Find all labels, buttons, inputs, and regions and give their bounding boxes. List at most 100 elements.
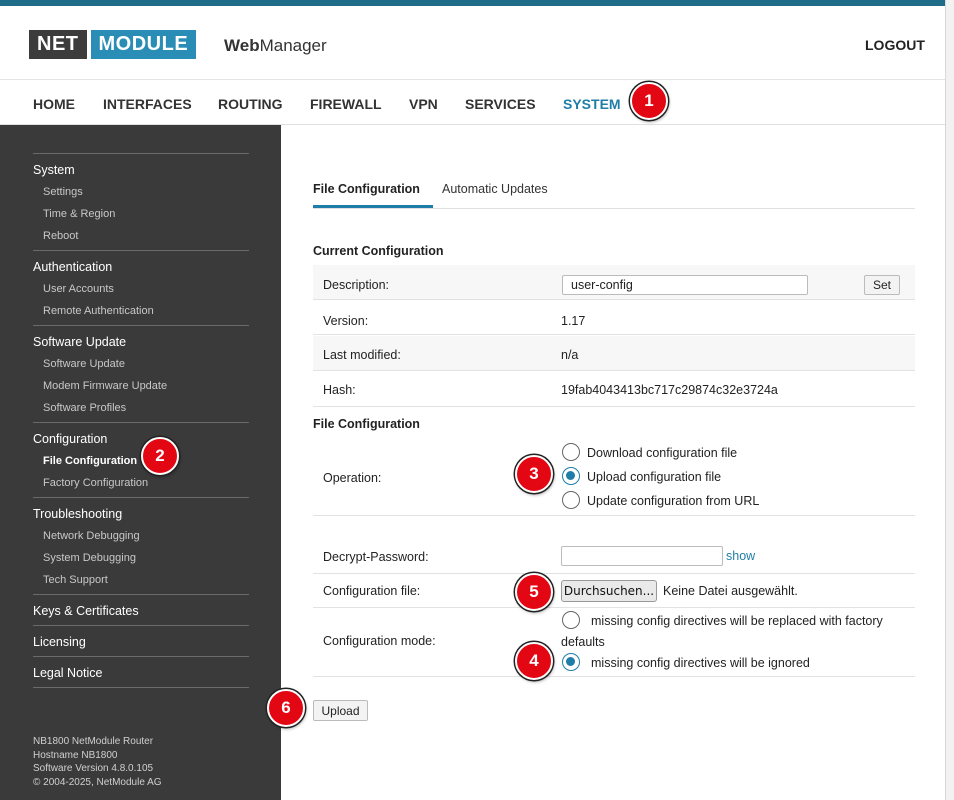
version-row: Version: 1.17	[313, 301, 915, 335]
sidebar-item-factory-configuration[interactable]: Factory Configuration	[43, 477, 148, 489]
annotation-badge-5: 5	[515, 573, 553, 611]
tab-file-configuration[interactable]: File Configuration	[313, 182, 420, 196]
header: NET MODULE WebManager LOGOUT	[0, 6, 945, 80]
logo-module: MODULE	[90, 30, 197, 59]
annotation-badge-6: 6	[267, 689, 305, 727]
sidebar-group-software-update[interactable]: Software Update	[33, 335, 126, 349]
annotation-badge-1: 1	[630, 82, 668, 120]
netmodule-logo[interactable]: NET MODULE	[29, 30, 197, 59]
sidebar-item-software-update[interactable]: Software Update	[43, 358, 125, 370]
operation-row: Operation: Download configuration file U…	[313, 437, 915, 516]
configuration-file-row: Configuration file: Durchsuchen... Keine…	[313, 575, 915, 608]
app-name: WebManager	[224, 36, 327, 56]
sidebar-footer: NB1800 NetModule Router Hostname NB1800 …	[33, 735, 162, 789]
sidebar-divider	[33, 422, 249, 423]
upload-button[interactable]: Upload	[313, 700, 368, 721]
set-button[interactable]: Set	[864, 275, 900, 295]
sidebar-divider	[33, 153, 249, 154]
upload-config-radio[interactable]	[562, 467, 580, 485]
version-value: 1.17	[561, 314, 586, 328]
sidebar-group-troubleshooting[interactable]: Troubleshooting	[33, 507, 122, 521]
nav-interfaces[interactable]: INTERFACES	[103, 96, 192, 112]
app-name-rest: Manager	[259, 36, 327, 55]
update-from-url-label: Update configuration from URL	[587, 494, 760, 508]
mode-ignore-radio[interactable]	[562, 653, 580, 671]
footer-copyright: © 2004-2025, NetModule AG	[33, 776, 162, 788]
sidebar: System Settings Time & Region Reboot Aut…	[0, 125, 281, 800]
sidebar-divider	[33, 250, 249, 251]
mode-factory-defaults-label-line1: missing config directives will be replac…	[591, 614, 883, 628]
mode-factory-defaults-radio[interactable]	[562, 611, 580, 629]
annotation-badge-3: 3	[515, 455, 553, 493]
show-password-link[interactable]: show	[726, 549, 755, 563]
file-status-text: Keine Datei ausgewählt.	[663, 584, 798, 598]
operation-label: Operation:	[323, 471, 382, 485]
file-configuration-title: File Configuration	[313, 417, 420, 431]
decrypt-password-label: Decrypt-Password:	[323, 550, 429, 564]
tab-bar-divider	[313, 208, 915, 209]
decrypt-password-row: Decrypt-Password: show	[313, 540, 915, 574]
sidebar-group-legal-notice[interactable]: Legal Notice	[33, 666, 103, 680]
sidebar-item-software-profiles[interactable]: Software Profiles	[43, 402, 126, 414]
sidebar-item-system-debugging[interactable]: System Debugging	[43, 552, 136, 564]
footer-hostname: Hostname NB1800	[33, 749, 118, 761]
sidebar-item-network-debugging[interactable]: Network Debugging	[43, 530, 140, 542]
sidebar-item-settings[interactable]: Settings	[43, 186, 83, 198]
sidebar-item-remote-authentication[interactable]: Remote Authentication	[43, 305, 154, 317]
sidebar-item-time-region[interactable]: Time & Region	[43, 208, 115, 220]
download-config-label: Download configuration file	[587, 446, 738, 460]
last-modified-label: Last modified:	[323, 348, 401, 362]
sidebar-item-file-configuration[interactable]: File Configuration	[43, 455, 137, 467]
nav-firewall[interactable]: FIREWALL	[310, 96, 382, 112]
sidebar-item-modem-firmware-update[interactable]: Modem Firmware Update	[43, 380, 167, 392]
mode-factory-defaults-label-line2: defaults	[561, 635, 605, 649]
sidebar-item-user-accounts[interactable]: User Accounts	[43, 283, 114, 295]
configuration-mode-row: Configuration mode: missing config direc…	[313, 609, 915, 677]
logout-link[interactable]: LOGOUT	[865, 37, 925, 53]
sidebar-group-authentication[interactable]: Authentication	[33, 260, 112, 274]
decrypt-password-input[interactable]	[561, 546, 723, 566]
main-content: File Configuration Automatic Updates Cur…	[281, 125, 945, 800]
configuration-mode-label: Configuration mode:	[323, 634, 436, 648]
upload-config-label: Upload configuration file	[587, 470, 722, 484]
sidebar-divider	[33, 497, 249, 498]
tab-automatic-updates[interactable]: Automatic Updates	[442, 182, 548, 196]
sidebar-group-licensing[interactable]: Licensing	[33, 635, 86, 649]
annotation-badge-4: 4	[515, 642, 553, 680]
last-modified-row: Last modified: n/a	[313, 336, 915, 371]
annotation-badge-2: 2	[141, 437, 179, 475]
nav-vpn[interactable]: VPN	[409, 96, 438, 112]
last-modified-value: n/a	[561, 348, 579, 362]
nav-routing[interactable]: ROUTING	[218, 96, 283, 112]
footer-device: NB1800 NetModule Router	[33, 736, 154, 747]
sidebar-divider	[33, 594, 249, 595]
update-from-url-radio[interactable]	[562, 491, 580, 509]
app-name-bold: Web	[224, 36, 260, 55]
sidebar-group-system[interactable]: System	[33, 163, 75, 177]
nav-home[interactable]: HOME	[33, 96, 75, 112]
description-row: Description: Set	[313, 265, 915, 300]
sidebar-divider	[33, 687, 249, 688]
main-nav: HOME INTERFACES ROUTING FIREWALL VPN SER…	[0, 81, 945, 125]
sidebar-item-reboot[interactable]: Reboot	[43, 230, 78, 242]
version-label: Version:	[323, 314, 369, 328]
logo-net: NET	[29, 30, 87, 59]
window-right-edge	[945, 0, 954, 800]
browse-file-button[interactable]: Durchsuchen...	[561, 580, 657, 602]
sidebar-group-configuration[interactable]: Configuration	[33, 432, 107, 446]
sidebar-divider	[33, 625, 249, 626]
configuration-file-label: Configuration file:	[323, 584, 421, 598]
hash-value: 19fab4043413bc717c29874c32e3724a	[561, 383, 778, 397]
sidebar-group-keys-certificates[interactable]: Keys & Certificates	[33, 604, 139, 618]
current-configuration-title: Current Configuration	[313, 244, 444, 258]
description-label: Description:	[323, 278, 389, 292]
nav-system[interactable]: SYSTEM	[563, 96, 621, 112]
hash-label: Hash:	[323, 383, 356, 397]
download-config-radio[interactable]	[562, 443, 580, 461]
hash-row: Hash: 19fab4043413bc717c29874c32e3724a	[313, 372, 915, 407]
sidebar-divider	[33, 325, 249, 326]
sidebar-item-tech-support[interactable]: Tech Support	[43, 574, 108, 586]
mode-ignore-label: missing config directives will be ignore…	[591, 656, 810, 670]
nav-services[interactable]: SERVICES	[465, 96, 536, 112]
description-input[interactable]	[562, 275, 808, 295]
